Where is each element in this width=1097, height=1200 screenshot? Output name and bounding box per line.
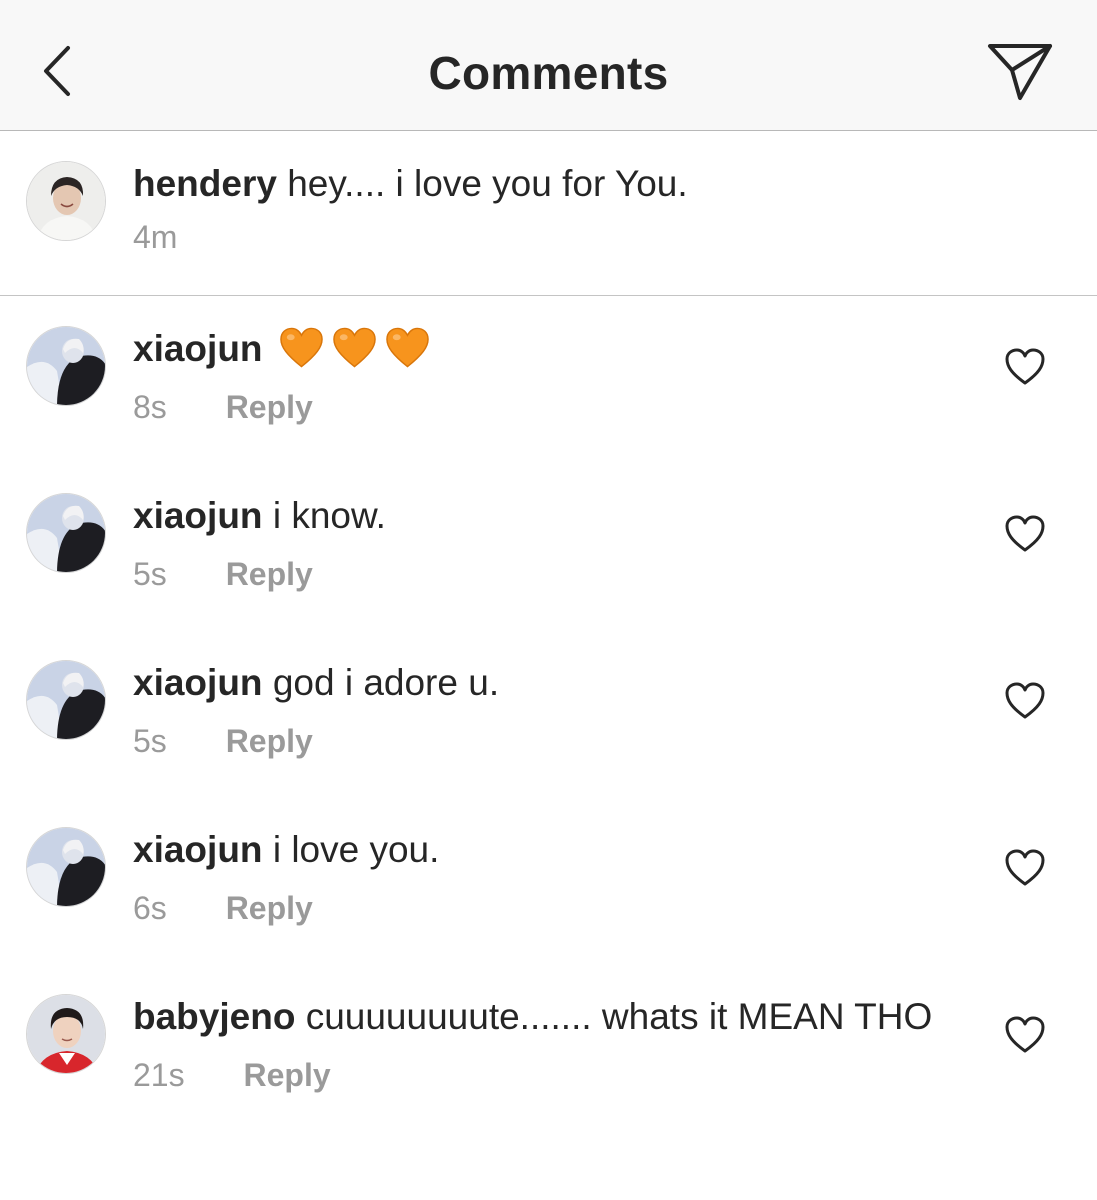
timestamp: 5s <box>133 723 167 759</box>
timestamp: 4m <box>133 219 178 255</box>
timestamp: 5s <box>133 556 167 592</box>
timestamp: 21s <box>133 1057 185 1093</box>
avatar[interactable] <box>26 161 106 241</box>
orange-heart-icon <box>332 327 377 369</box>
like-button[interactable] <box>1004 347 1046 387</box>
like-button[interactable] <box>1004 514 1046 554</box>
comment-text: i know. <box>272 495 386 536</box>
comment-line: xiaojun <box>133 327 430 372</box>
avatar[interactable] <box>26 827 106 907</box>
avatar[interactable] <box>26 660 106 740</box>
caption-line: hendery hey.... i love you for You. <box>133 162 688 206</box>
username[interactable]: xiaojun <box>133 495 263 536</box>
orange-heart-icon <box>279 327 324 369</box>
page-title: Comments <box>428 47 669 99</box>
heart-outline-icon <box>1005 1016 1045 1053</box>
avatar-photo <box>27 828 105 906</box>
comment: xiaojun god i adore u. 5s Reply <box>0 630 1097 760</box>
comment-text: cuuuuuuuute....... whats it MEAN THO <box>305 996 933 1037</box>
avatar[interactable] <box>26 493 106 573</box>
reply-button[interactable]: Reply <box>243 1057 330 1094</box>
comment: babyjeno cuuuuuuuute....... whats it MEA… <box>0 964 1097 1094</box>
caption-text: hey.... i love you for You. <box>287 163 688 204</box>
avatar-photo <box>27 162 105 240</box>
avatar[interactable] <box>26 994 106 1074</box>
caption-meta: 4m <box>133 219 177 256</box>
like-button[interactable] <box>1004 1015 1046 1055</box>
username[interactable]: hendery <box>133 163 277 204</box>
comment-line: xiaojun god i adore u. <box>133 661 499 705</box>
avatar-photo <box>27 995 105 1073</box>
reply-button[interactable]: Reply <box>226 389 313 426</box>
avatar-photo <box>27 494 105 572</box>
username[interactable]: xiaojun <box>133 662 263 703</box>
username[interactable]: xiaojun <box>133 328 263 369</box>
username[interactable]: babyjeno <box>133 996 295 1037</box>
orange-heart-icon <box>385 327 430 369</box>
comment-line: babyjeno cuuuuuuuute....... whats it MEA… <box>133 995 932 1039</box>
comment: xiaojun i know. 5s Reply <box>0 463 1097 593</box>
heart-outline-icon <box>1005 682 1045 719</box>
timestamp: 6s <box>133 890 167 926</box>
heart-outline-icon <box>1005 849 1045 886</box>
username[interactable]: xiaojun <box>133 829 263 870</box>
reply-button[interactable]: Reply <box>226 556 313 593</box>
navigation-header: Comments <box>0 0 1097 131</box>
paper-plane-icon <box>988 44 1052 100</box>
emoji-group <box>279 327 430 369</box>
heart-outline-icon <box>1005 348 1045 385</box>
post-caption: hendery hey.... i love you for You. 4m <box>0 131 1097 296</box>
comment: xiaojun 8s Reply <box>0 296 1097 426</box>
reply-button[interactable]: Reply <box>226 890 313 927</box>
comment-text: god i adore u. <box>272 662 500 703</box>
comment-meta: 8s Reply <box>133 389 313 426</box>
comment-text: i love you. <box>272 829 440 870</box>
comment-line: xiaojun i love you. <box>133 828 439 872</box>
comment-meta: 5s Reply <box>133 556 313 593</box>
reply-button[interactable]: Reply <box>226 723 313 760</box>
avatar-photo <box>27 327 105 405</box>
like-button[interactable] <box>1004 681 1046 721</box>
share-button[interactable] <box>984 38 1056 104</box>
comment: xiaojun i love you. 6s Reply <box>0 797 1097 927</box>
timestamp: 8s <box>133 389 167 425</box>
avatar[interactable] <box>26 326 106 406</box>
heart-outline-icon <box>1005 515 1045 552</box>
comment-meta: 21s Reply <box>133 1057 331 1094</box>
avatar-photo <box>27 661 105 739</box>
like-button[interactable] <box>1004 848 1046 888</box>
comment-line: xiaojun i know. <box>133 494 386 538</box>
comment-meta: 6s Reply <box>133 890 313 927</box>
comment-meta: 5s Reply <box>133 723 313 760</box>
